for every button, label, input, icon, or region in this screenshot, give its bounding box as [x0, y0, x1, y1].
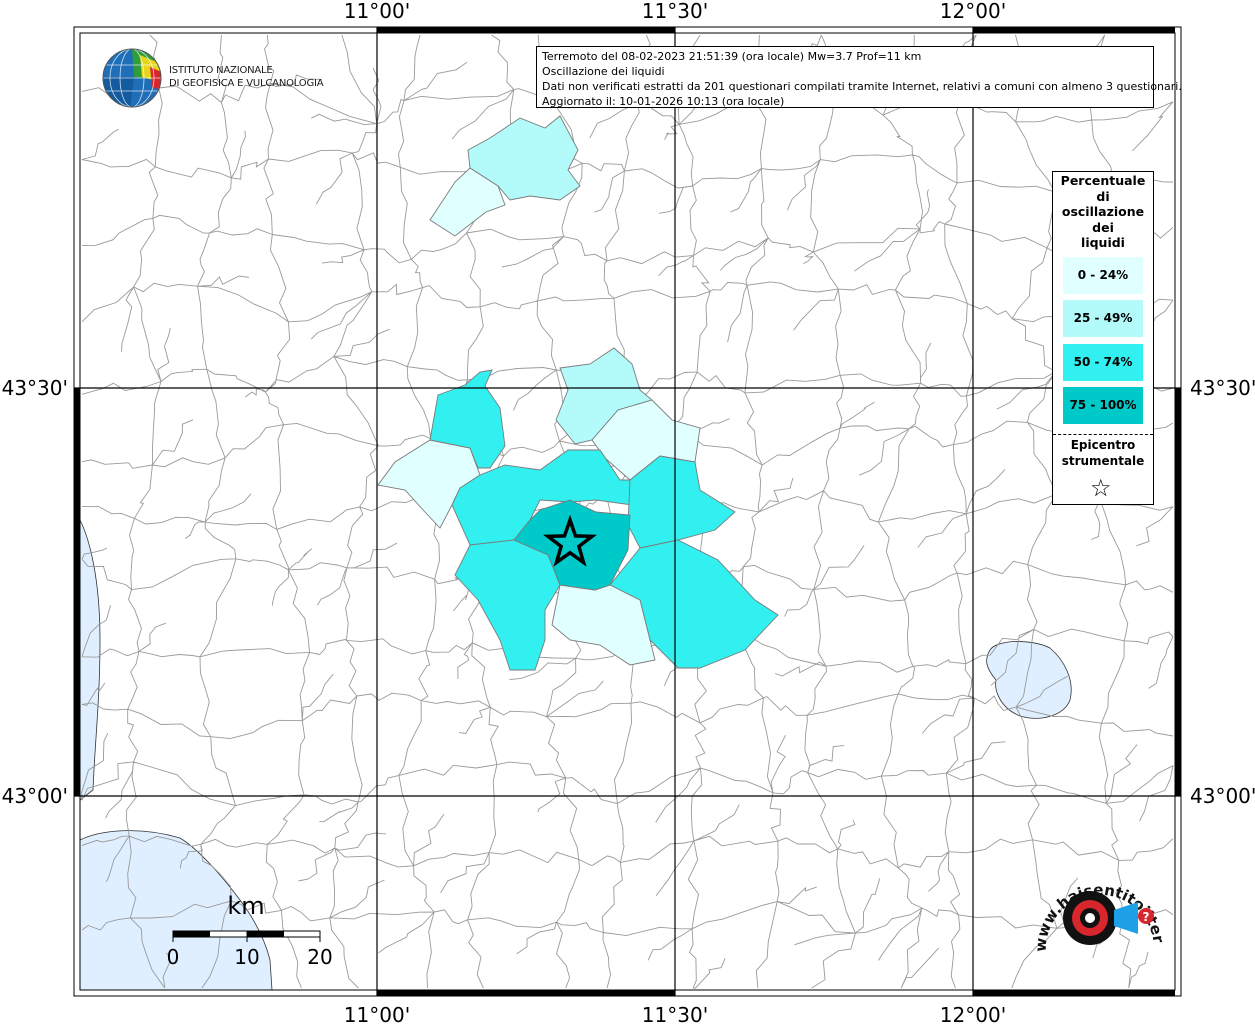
- scale-unit: km: [227, 892, 264, 920]
- right-label-43-00: 43°00': [1190, 784, 1255, 808]
- map-subject: Oscillazione dei liquidi: [542, 65, 665, 78]
- legend-title-line: oscillazione: [1061, 204, 1145, 219]
- top-label-11-30: 11°30': [642, 0, 708, 23]
- star-icon: ☆: [1090, 474, 1112, 502]
- map-background: [80, 33, 1175, 990]
- scale-tick-10: 10: [234, 945, 259, 969]
- left-label-43-30: 43°30': [2, 376, 68, 400]
- legend-title-line: Percentuale: [1060, 173, 1146, 188]
- top-label-12-00: 12°00': [940, 0, 1006, 23]
- legend-title-line: liquidi: [1081, 235, 1125, 250]
- scale-tick-0: 0: [167, 945, 180, 969]
- right-label-43-30: 43°30': [1190, 376, 1255, 400]
- bottom-label-12-00: 12°00': [940, 1003, 1006, 1024]
- legend-title: Percentuale di oscillazione dei liquidi: [1053, 172, 1153, 251]
- legend-separator: [1053, 434, 1153, 435]
- legend-epicenter-line: Epicentro: [1070, 438, 1136, 452]
- legend-item-0-24: 0 - 24%: [1063, 257, 1143, 294]
- left-label-43-00: 43°00': [2, 784, 68, 808]
- haisentito-logo: www.haisentitoilterremoto.it ?: [1026, 860, 1168, 952]
- bottom-label-11-00: 11°00': [344, 1003, 410, 1024]
- legend-item-75-100: 75 - 100%: [1063, 387, 1143, 424]
- ingv-logo: ISTITUTO NAZIONALE DI GEOFISICA E VULCAN…: [100, 47, 330, 109]
- legend-epicenter-line: strumentale: [1061, 453, 1145, 468]
- legend-item-25-49: 25 - 49%: [1063, 300, 1143, 337]
- svg-text:?: ?: [1143, 910, 1150, 924]
- bottom-label-11-30: 11°30': [642, 1003, 708, 1024]
- ingv-name: ISTITUTO NAZIONALE DI GEOFISICA E VULCAN…: [169, 64, 324, 90]
- event-title: Terremoto del 08-02-2023 21:51:39 (ora l…: [542, 50, 922, 63]
- ingv-name-line1: ISTITUTO NAZIONALE: [169, 65, 273, 76]
- globe-icon: [102, 48, 162, 108]
- data-note: Dati non verificati estratti da 201 ques…: [542, 80, 1182, 93]
- legend-item-50-74: 50 - 74%: [1063, 344, 1143, 381]
- legend-title-line: di: [1096, 188, 1110, 204]
- update-timestamp: Aggiornato il: 10-01-2026 10:13 (ora loc…: [542, 95, 785, 108]
- event-info-box: Terremoto del 08-02-2023 21:51:39 (ora l…: [536, 46, 1182, 108]
- megaphone-icon: [1114, 902, 1138, 934]
- ingv-name-line2: DI GEOFISICA E VULCANOLOGIA: [169, 78, 324, 89]
- legend: Percentuale di oscillazione dei liquidi …: [1052, 171, 1154, 505]
- legend-title-line: dei: [1092, 219, 1114, 235]
- top-label-11-00: 11°00': [344, 0, 410, 23]
- legend-epicenter-label: Epicentro strumentale: [1053, 438, 1153, 469]
- scale-tick-20: 20: [307, 945, 332, 969]
